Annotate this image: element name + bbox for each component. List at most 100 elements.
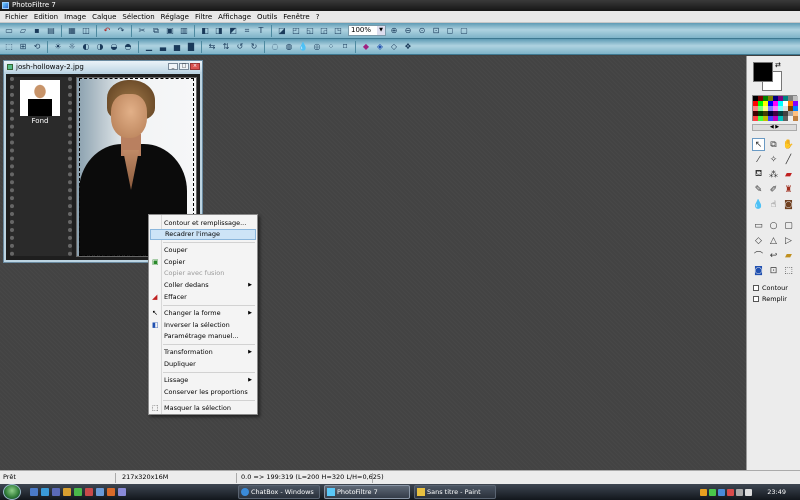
app-quicklaunch-icon[interactable]	[107, 488, 115, 496]
rectangle-shape-icon[interactable]: ▭	[752, 219, 765, 232]
brush-icon[interactable]: ✎	[752, 183, 765, 196]
menu-item-coller-dedans[interactable]: Coller dedans ▶	[150, 280, 256, 291]
arrow-shape-icon[interactable]: ▷	[782, 234, 795, 247]
clone-icon[interactable]: ◙	[782, 198, 795, 211]
blur-icon[interactable]: ◌	[269, 41, 281, 53]
canvas-size-icon[interactable]: ◨	[213, 25, 225, 37]
contrast-minus-icon[interactable]: ◑	[94, 41, 106, 53]
undo-icon[interactable]: ↶	[101, 25, 113, 37]
rounded-rect-shape-icon[interactable]: ▢	[782, 219, 795, 232]
rotate-icon[interactable]: ⟲	[31, 41, 43, 53]
finger-icon[interactable]: ☝	[767, 198, 780, 211]
zoom-in-icon[interactable]: ⊕	[388, 25, 400, 37]
task-photofiltre[interactable]: PhotoFiltre 7	[324, 485, 410, 499]
sepia-icon[interactable]: ▇	[185, 41, 197, 53]
text-icon[interactable]: T	[255, 25, 267, 37]
gradient-icon[interactable]: ◱	[304, 25, 316, 37]
remplir-checkbox[interactable]	[753, 296, 759, 302]
palette-icon[interactable]: ◈	[374, 41, 386, 53]
flip-h-icon[interactable]: ⇆	[206, 41, 218, 53]
task-chatbox[interactable]: ChatBox - Windows ...	[238, 485, 320, 499]
menu-calque[interactable]: Calque	[89, 11, 119, 23]
menu-edition[interactable]: Edition	[31, 11, 61, 23]
image-icon[interactable]: ◲	[318, 25, 330, 37]
selection-settings-icon[interactable]: ⊡	[767, 264, 780, 277]
tray-app-icon[interactable]	[727, 488, 734, 496]
menu-item-inverser[interactable]: ◧ Inverser la sélection	[150, 320, 256, 331]
show-desktop-icon[interactable]	[30, 488, 38, 496]
selection-tool-icon[interactable]: ↖	[752, 138, 765, 151]
close-button[interactable]: ×	[190, 63, 200, 70]
menu-outils[interactable]: Outils	[254, 11, 280, 23]
menu-reglage[interactable]: Réglage	[158, 11, 192, 23]
selection-rect-icon[interactable]: ⬚	[3, 41, 15, 53]
explorer-icon[interactable]	[63, 488, 71, 496]
switch-windows-icon[interactable]	[52, 488, 60, 496]
ie-icon[interactable]	[41, 488, 49, 496]
drop-icon[interactable]: 💧	[297, 41, 309, 53]
sharpen-icon[interactable]: ◍	[283, 41, 295, 53]
fill-bucket-icon[interactable]: ⛾	[752, 168, 765, 181]
layer-move-icon[interactable]: ⧉	[767, 138, 780, 151]
print-icon[interactable]: ▦	[66, 25, 78, 37]
tray-app-icon[interactable]	[718, 488, 725, 496]
menu-affichage[interactable]: Affichage	[215, 11, 254, 23]
histogram-icon[interactable]: ▁	[143, 41, 155, 53]
flip-v-icon[interactable]: ⇅	[220, 41, 232, 53]
polygon-lasso-icon[interactable]: ↩	[767, 249, 780, 262]
menu-help[interactable]: ?	[313, 11, 323, 23]
saturation-icon[interactable]: ◒	[108, 41, 120, 53]
remplir-option[interactable]: Remplir	[753, 295, 787, 303]
contour-option[interactable]: Contour	[753, 284, 788, 292]
layer-thumbnail[interactable]	[20, 80, 60, 116]
open-file-icon[interactable]: ▱	[17, 25, 29, 37]
crop-icon[interactable]: ⌗	[241, 25, 253, 37]
actual-size-icon[interactable]: ⊙	[416, 25, 428, 37]
hide-selection-tool-icon[interactable]: ⬚	[782, 264, 795, 277]
mask-icon[interactable]: ◰	[290, 25, 302, 37]
save-icon[interactable]: ▪	[31, 25, 43, 37]
advanced-brush-icon[interactable]: ✐	[767, 183, 780, 196]
menu-selection[interactable]: Sélection	[119, 11, 157, 23]
paste-icon[interactable]: ▣	[164, 25, 176, 37]
menu-image[interactable]: Image	[61, 11, 89, 23]
layer-icon[interactable]: ◪	[276, 25, 288, 37]
hand-icon[interactable]: ✋	[782, 138, 795, 151]
blur-drop-icon[interactable]: 💧	[752, 198, 765, 211]
tray-app-icon[interactable]	[700, 488, 707, 496]
palette-swatch[interactable]	[793, 116, 798, 121]
app-quicklaunch-icon[interactable]	[85, 488, 93, 496]
menu-item-lissage[interactable]: Lissage ▶	[150, 375, 256, 386]
menu-item-conserver-proportions[interactable]: Conserver les proportions	[150, 387, 256, 398]
chevron-down-icon[interactable]: ▼	[377, 26, 385, 35]
scan-icon[interactable]: ▤	[45, 25, 57, 37]
new-file-icon[interactable]: ▭	[3, 25, 15, 37]
image-size-icon[interactable]: ◧	[199, 25, 211, 37]
menu-item-couper[interactable]: Couper	[150, 245, 256, 256]
app-quicklaunch-icon[interactable]	[96, 488, 104, 496]
menu-item-effacer[interactable]: ◢ Effacer	[150, 292, 256, 303]
swap-colors-icon[interactable]: ⇄	[775, 61, 781, 69]
media-icon[interactable]	[74, 488, 82, 496]
gamma-icon[interactable]: ◓	[122, 41, 134, 53]
bright-plus-icon[interactable]: ☀	[52, 41, 64, 53]
redo-icon[interactable]: ↷	[115, 25, 127, 37]
clock[interactable]: 23:49	[767, 488, 800, 496]
menu-item-recadrer[interactable]: Recadrer l'image	[150, 229, 256, 240]
menu-item-dupliquer[interactable]: Dupliquer	[150, 359, 256, 370]
start-button[interactable]	[3, 484, 21, 500]
menu-item-parametrage[interactable]: Paramétrage manuel...	[150, 331, 256, 342]
menu-fenetre[interactable]: Fenêtre	[280, 11, 312, 23]
app-quicklaunch-icon[interactable]	[118, 488, 126, 496]
line-icon[interactable]: ╱	[782, 153, 795, 166]
noise-icon[interactable]: ⁘	[325, 41, 337, 53]
color-palette[interactable]	[752, 95, 798, 121]
gray-icon[interactable]: ▅	[171, 41, 183, 53]
screen-icon[interactable]: ◳	[332, 25, 344, 37]
task-paint[interactable]: Sans titre - Paint	[414, 485, 496, 499]
menu-item-transformation[interactable]: Transformation ▶	[150, 347, 256, 358]
fit-icon[interactable]: ⊡	[430, 25, 442, 37]
diamond-shape-icon[interactable]: ◇	[752, 234, 765, 247]
color-balance-icon[interactable]: ◆	[360, 41, 372, 53]
fullscreen-icon[interactable]: ◻	[444, 25, 456, 37]
